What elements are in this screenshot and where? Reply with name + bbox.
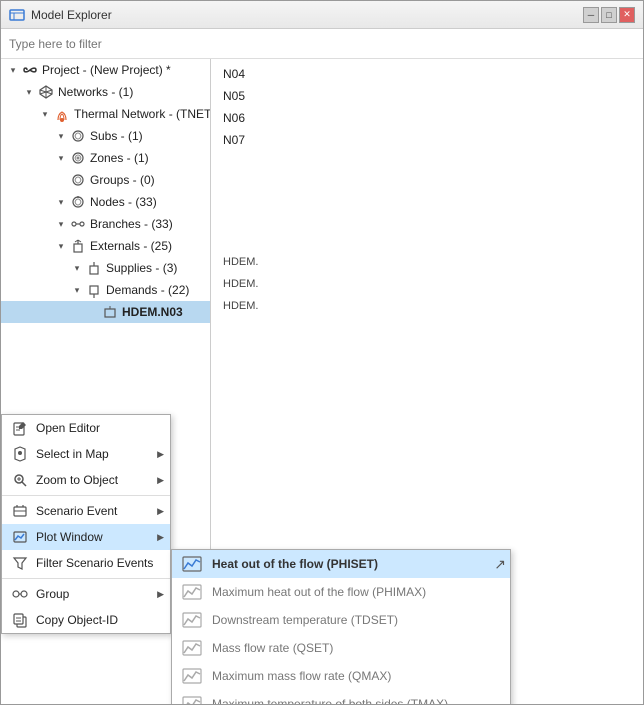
separator-2 bbox=[2, 578, 170, 579]
menu-filter-label: Filter Scenario Events bbox=[36, 556, 153, 570]
maximize-button[interactable]: □ bbox=[601, 7, 617, 23]
project-label: Project - (New Project) * bbox=[42, 63, 171, 77]
separator-1 bbox=[2, 495, 170, 496]
zones-icon bbox=[69, 149, 87, 167]
model-explorer-window: Model Explorer ─ □ ✕ ▾ bbox=[0, 0, 644, 705]
nodes-icon bbox=[69, 193, 87, 211]
node-n04[interactable]: N04 bbox=[215, 63, 639, 85]
expand-project[interactable]: ▾ bbox=[5, 62, 21, 78]
hdem-icon bbox=[101, 303, 119, 321]
app-icon bbox=[9, 7, 25, 23]
groups-icon bbox=[69, 171, 87, 189]
menu-scenario-event[interactable]: Scenario Event bbox=[2, 498, 170, 524]
network-icon bbox=[37, 83, 55, 101]
menu-zoom-label: Zoom to Object bbox=[36, 473, 118, 487]
menu-plot-window[interactable]: Plot Window bbox=[2, 524, 170, 550]
bottom-node-3[interactable]: HDEM. bbox=[215, 295, 639, 317]
menu-copy-id-label: Copy Object-ID bbox=[36, 613, 118, 627]
tree-item-branches[interactable]: ▾ Branches - (33) bbox=[1, 213, 210, 235]
expand-nodes[interactable]: ▾ bbox=[53, 194, 69, 210]
node-n07[interactable]: N07 bbox=[215, 129, 639, 151]
tree-item-networks[interactable]: ▾ Networks - (1) bbox=[1, 81, 210, 103]
externals-icon bbox=[69, 237, 87, 255]
tree-item-nodes[interactable]: ▾ Nodes - (33) bbox=[1, 191, 210, 213]
tree-item-zones[interactable]: ▾ Zones - (1) bbox=[1, 147, 210, 169]
tree-item-externals[interactable]: ▾ Externals - (25) bbox=[1, 235, 210, 257]
menu-group[interactable]: Group bbox=[2, 581, 170, 607]
window-controls: ─ □ ✕ bbox=[583, 7, 635, 23]
plot-icon bbox=[10, 527, 30, 547]
subs-icon bbox=[69, 127, 87, 145]
supplies-label: Supplies - (3) bbox=[106, 261, 177, 275]
subs-label: Subs - (1) bbox=[90, 129, 143, 143]
filter-input[interactable] bbox=[9, 37, 635, 51]
infinity-icon bbox=[21, 61, 39, 79]
tree-item-supplies[interactable]: ▾ Supplies - (3) bbox=[1, 257, 210, 279]
group-icon bbox=[10, 584, 30, 604]
externals-label: Externals - (25) bbox=[90, 239, 172, 253]
thermal-icon bbox=[53, 105, 71, 123]
select-map-icon bbox=[10, 444, 30, 464]
tree-item-demands[interactable]: ▾ Demands - (22) bbox=[1, 279, 210, 301]
content-area: ▾ Project - (New Project) * ▾ bbox=[1, 59, 643, 704]
tree-item-groups[interactable]: ▾ Groups - (0) bbox=[1, 169, 210, 191]
title-bar: Model Explorer ─ □ ✕ bbox=[1, 1, 643, 29]
expand-branches[interactable]: ▾ bbox=[53, 216, 69, 232]
node-n06[interactable]: N06 bbox=[215, 107, 639, 129]
right-nodes-panel: N04 N05 N06 N07 HDEM. HDEM. HDEM. bbox=[211, 59, 643, 704]
expand-hdem-n03: ▸ bbox=[85, 304, 101, 320]
title-bar-left: Model Explorer bbox=[9, 7, 112, 23]
zones-label: Zones - (1) bbox=[90, 151, 149, 165]
bottom-node-1[interactable]: HDEM. bbox=[215, 251, 639, 273]
filter-bar bbox=[1, 29, 643, 59]
menu-filter-scenario[interactable]: Filter Scenario Events bbox=[2, 550, 170, 576]
node-n05[interactable]: N05 bbox=[215, 85, 639, 107]
hdem-n03-label: HDEM.N03 bbox=[122, 305, 183, 319]
expand-supplies[interactable]: ▾ bbox=[69, 260, 85, 276]
menu-open-editor[interactable]: Open Editor bbox=[2, 415, 170, 441]
minimize-button[interactable]: ─ bbox=[583, 7, 599, 23]
zoom-icon bbox=[10, 470, 30, 490]
menu-scenario-label: Scenario Event bbox=[36, 504, 117, 518]
branches-icon bbox=[69, 215, 87, 233]
tree-item-hdem-n03[interactable]: ▸ HDEM.N03 bbox=[1, 301, 210, 323]
tree-item-subs[interactable]: ▾ Subs - (1) bbox=[1, 125, 210, 147]
expand-demands[interactable]: ▾ bbox=[69, 282, 85, 298]
demands-label: Demands - (22) bbox=[106, 283, 189, 297]
expand-networks[interactable]: ▾ bbox=[21, 84, 37, 100]
groups-label: Groups - (0) bbox=[90, 173, 155, 187]
filter-icon bbox=[10, 553, 30, 573]
close-button[interactable]: ✕ bbox=[619, 7, 635, 23]
expand-groups: ▾ bbox=[53, 172, 69, 188]
copy-icon bbox=[10, 610, 30, 630]
menu-select-map-label: Select in Map bbox=[36, 447, 109, 461]
scenario-icon bbox=[10, 501, 30, 521]
networks-label: Networks - (1) bbox=[58, 85, 133, 99]
expand-thermal[interactable]: ▾ bbox=[37, 106, 53, 122]
edit-icon bbox=[10, 418, 30, 438]
menu-zoom-to-object[interactable]: Zoom to Object bbox=[2, 467, 170, 493]
menu-copy-id[interactable]: Copy Object-ID bbox=[2, 607, 170, 633]
bottom-node-2[interactable]: HDEM. bbox=[215, 273, 639, 295]
expand-subs[interactable]: ▾ bbox=[53, 128, 69, 144]
menu-select-in-map[interactable]: Select in Map bbox=[2, 441, 170, 467]
expand-externals[interactable]: ▾ bbox=[53, 238, 69, 254]
tree-item-thermal[interactable]: ▾ Thermal Network - (TNET33_25) bbox=[1, 103, 210, 125]
thermal-label: Thermal Network - (TNET33_25) bbox=[74, 107, 210, 121]
tree-item-project[interactable]: ▾ Project - (New Project) * bbox=[1, 59, 210, 81]
window-title: Model Explorer bbox=[31, 8, 112, 22]
branches-label: Branches - (33) bbox=[90, 217, 173, 231]
demands-icon bbox=[85, 281, 103, 299]
context-menu: Open Editor Select in Map bbox=[1, 414, 171, 634]
expand-zones[interactable]: ▾ bbox=[53, 150, 69, 166]
nodes-label: Nodes - (33) bbox=[90, 195, 157, 209]
supplies-icon bbox=[85, 259, 103, 277]
menu-plot-window-label: Plot Window bbox=[36, 530, 103, 544]
menu-open-editor-label: Open Editor bbox=[36, 421, 100, 435]
menu-group-label: Group bbox=[36, 587, 69, 601]
